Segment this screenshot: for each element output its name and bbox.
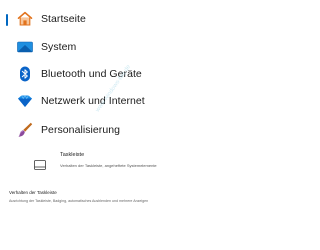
selection-indicator xyxy=(6,14,8,26)
home-icon xyxy=(16,10,34,28)
system-display-icon xyxy=(16,38,34,56)
taskbar-item-description: Verhalten der Taskleiste, angeheftete Sy… xyxy=(60,163,157,168)
settings-window: Startseite System Bluetooth und Geräte N… xyxy=(0,0,250,250)
nav-item-label: Startseite xyxy=(41,13,86,25)
paint-brush-icon xyxy=(16,121,34,139)
nav-item-label: Bluetooth und Geräte xyxy=(41,68,142,80)
taskbar-settings-item[interactable]: Taskleiste Verhalten der Taskleiste, ang… xyxy=(34,151,244,177)
nav-item-label: System xyxy=(41,41,77,53)
nav-item-label: Netzwerk und Internet xyxy=(41,95,145,107)
nav-item-system[interactable]: System xyxy=(0,35,250,59)
taskbar-behavior-description: Ausrichtung der Taskleiste, Badging, aut… xyxy=(9,199,149,203)
nav-item-bluetooth[interactable]: Bluetooth und Geräte xyxy=(0,62,250,86)
bluetooth-icon xyxy=(16,65,34,83)
nav-item-personalisierung[interactable]: Personalisierung xyxy=(0,118,250,142)
network-diamond-icon xyxy=(16,92,34,110)
nav-item-network[interactable]: Netzwerk und Internet xyxy=(0,89,250,113)
taskbar-icon xyxy=(34,157,46,170)
taskbar-behavior-title: Verhalten der Taskleiste xyxy=(9,190,57,195)
nav-item-startseite[interactable]: Startseite xyxy=(0,7,250,31)
nav-item-label: Personalisierung xyxy=(41,124,121,136)
taskbar-item-title: Taskleiste xyxy=(60,152,85,158)
